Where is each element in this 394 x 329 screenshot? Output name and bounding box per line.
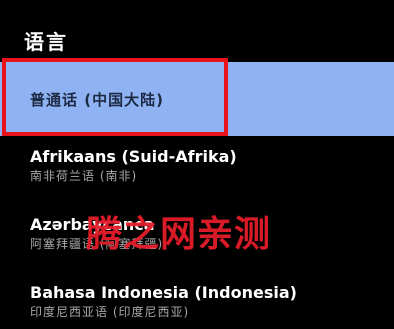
language-item-label: Bahasa Indonesia (Indonesia) — [30, 283, 297, 302]
language-item-label: Afrikaans (Suid-Afrika) — [30, 147, 237, 166]
watermark-text: 腾之网亲测 — [86, 214, 272, 255]
language-item-mandarin-china[interactable]: 普通话 (中国大陆) — [0, 62, 394, 136]
language-item-label: 普通话 (中国大陆) — [30, 91, 164, 109]
language-settings-screen: 语言 普通话 (中国大陆) Afrikaans (Suid-Afrika) 南非… — [0, 0, 394, 329]
language-item-afrikaans[interactable]: Afrikaans (Suid-Afrika) 南非荷兰语 (南非) — [0, 146, 394, 208]
language-item-bahasa-indonesia[interactable]: Bahasa Indonesia (Indonesia) 印度尼西亚语 (印度尼… — [0, 282, 394, 329]
section-title: 语言 — [24, 30, 68, 54]
language-item-translation: 印度尼西亚语 (印度尼西亚) — [30, 305, 190, 319]
language-item-translation: 南非荷兰语 (南非) — [30, 169, 138, 183]
